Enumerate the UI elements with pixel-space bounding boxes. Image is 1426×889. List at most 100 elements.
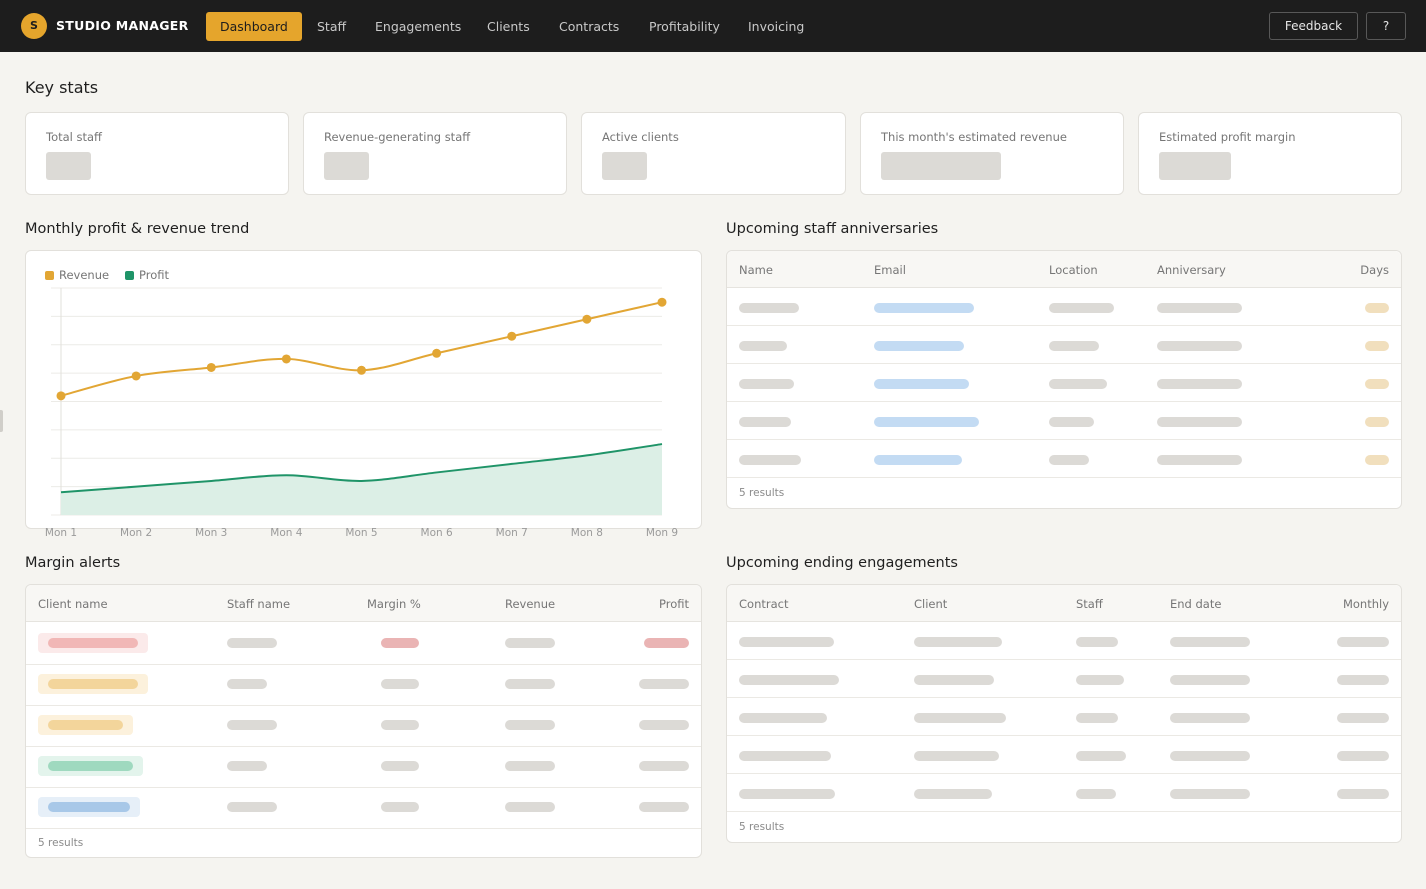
col-client-name[interactable]: Client name: [38, 597, 108, 611]
help-button[interactable]: ?: [1366, 12, 1406, 40]
col-staff[interactable]: Staff: [1076, 597, 1103, 611]
stat-value-placeholder: [602, 152, 647, 180]
revenue-point: [131, 371, 141, 381]
margin-placeholder: [381, 638, 419, 648]
feedback-button[interactable]: Feedback: [1269, 12, 1358, 40]
stat-label: Total staff: [46, 130, 102, 144]
row-divider: [727, 659, 1401, 660]
client-name-placeholder: [48, 720, 123, 730]
revenue-placeholder: [505, 720, 555, 730]
contract-placeholder: [739, 637, 834, 647]
anniversaries-table: Name Email Location Anniversary Days 5 r…: [726, 250, 1402, 509]
name-placeholder: [739, 417, 791, 427]
x-tick-label: Mon 8: [571, 527, 603, 539]
stat-card-profit-margin: Estimated profit margin: [1138, 112, 1402, 195]
revenue-point: [432, 348, 442, 358]
col-client[interactable]: Client: [914, 597, 947, 611]
results-count: 5 results: [38, 837, 84, 849]
end-date-placeholder: [1170, 713, 1250, 723]
x-tick-label: Mon 1: [45, 527, 77, 539]
trend-chart: Mon 1 Mon 2 Mon 3 Mon 4 Mon 5 Mon 6 Mon 7 Mon 8…: [45, 287, 678, 539]
row-divider: [727, 439, 1401, 440]
x-tick-label: Mon 2: [120, 527, 152, 539]
stat-value-placeholder: [881, 152, 1001, 180]
col-contract[interactable]: Contract: [739, 597, 788, 611]
location-placeholder: [1049, 417, 1094, 427]
client-name-placeholder: [48, 679, 138, 689]
nav-engagements[interactable]: Engagements: [375, 12, 461, 41]
name-placeholder: [739, 379, 794, 389]
staff-name-placeholder: [227, 761, 267, 771]
col-email[interactable]: Email: [874, 263, 906, 277]
nav-invoicing[interactable]: Invoicing: [748, 12, 804, 41]
nav-dashboard[interactable]: Dashboard: [206, 12, 302, 41]
monthly-placeholder: [1337, 675, 1389, 685]
profit-placeholder: [639, 679, 689, 689]
x-tick-label: Mon 9: [646, 527, 678, 539]
staff-name-placeholder: [227, 679, 267, 689]
stat-label: Estimated profit margin: [1159, 130, 1296, 144]
revenue-point: [281, 354, 291, 364]
app-logo: S: [21, 13, 47, 39]
stat-card-active-clients: Active clients: [581, 112, 846, 195]
profit-placeholder: [639, 761, 689, 771]
col-margin[interactable]: Margin %: [367, 597, 421, 611]
anniversary-placeholder: [1157, 379, 1242, 389]
row-divider: [727, 811, 1401, 812]
results-count: 5 results: [739, 821, 785, 833]
stat-label: Active clients: [602, 130, 679, 144]
row-divider: [727, 401, 1401, 402]
name-placeholder: [739, 455, 801, 465]
revenue-point: [507, 331, 517, 341]
days-placeholder: [1365, 341, 1389, 351]
row-divider: [26, 746, 701, 747]
row-divider: [26, 705, 701, 706]
row-divider: [727, 735, 1401, 736]
margin-alerts-title: Margin alerts: [25, 555, 121, 571]
location-placeholder: [1049, 455, 1089, 465]
nav-clients[interactable]: Clients: [487, 12, 530, 41]
revenue-placeholder: [505, 761, 555, 771]
row-divider: [727, 325, 1401, 326]
client-name-placeholder: [48, 638, 138, 648]
nav-staff[interactable]: Staff: [317, 12, 346, 41]
anniversary-placeholder: [1157, 341, 1242, 351]
anniversary-placeholder: [1157, 455, 1242, 465]
client-placeholder: [914, 637, 1002, 647]
stat-value-placeholder: [324, 152, 369, 180]
contract-placeholder: [739, 789, 835, 799]
staff-placeholder: [1076, 751, 1126, 761]
col-monthly[interactable]: Monthly: [1343, 597, 1389, 611]
margin-alerts-table: Client name Staff name Margin % Revenue …: [25, 584, 702, 858]
staff-placeholder: [1076, 637, 1118, 647]
row-divider: [727, 697, 1401, 698]
nav-contracts[interactable]: Contracts: [559, 12, 619, 41]
revenue-point: [657, 297, 667, 307]
days-placeholder: [1365, 379, 1389, 389]
staff-name-placeholder: [227, 720, 277, 730]
profit-placeholder: [639, 720, 689, 730]
nav-profitability[interactable]: Profitability: [649, 12, 720, 41]
email-placeholder: [874, 455, 962, 465]
key-stats-title: Key stats: [25, 78, 99, 97]
col-profit[interactable]: Profit: [659, 597, 689, 611]
revenue-point: [582, 314, 592, 324]
staff-placeholder: [1076, 713, 1118, 723]
email-placeholder: [874, 379, 969, 389]
margin-placeholder: [381, 802, 419, 812]
col-staff-name[interactable]: Staff name: [227, 597, 290, 611]
profit-area: [61, 444, 662, 515]
profit-placeholder: [644, 638, 689, 648]
col-days[interactable]: Days: [1360, 263, 1389, 277]
col-name[interactable]: Name: [739, 263, 773, 277]
staff-name-placeholder: [227, 638, 277, 648]
col-end-date[interactable]: End date: [1170, 597, 1221, 611]
email-placeholder: [874, 417, 979, 427]
row-divider: [727, 773, 1401, 774]
profit-placeholder: [639, 802, 689, 812]
col-anniversary[interactable]: Anniversary: [1157, 263, 1226, 277]
row-divider: [727, 363, 1401, 364]
col-location[interactable]: Location: [1049, 263, 1098, 277]
col-revenue[interactable]: Revenue: [505, 597, 555, 611]
stat-value-placeholder: [46, 152, 91, 180]
